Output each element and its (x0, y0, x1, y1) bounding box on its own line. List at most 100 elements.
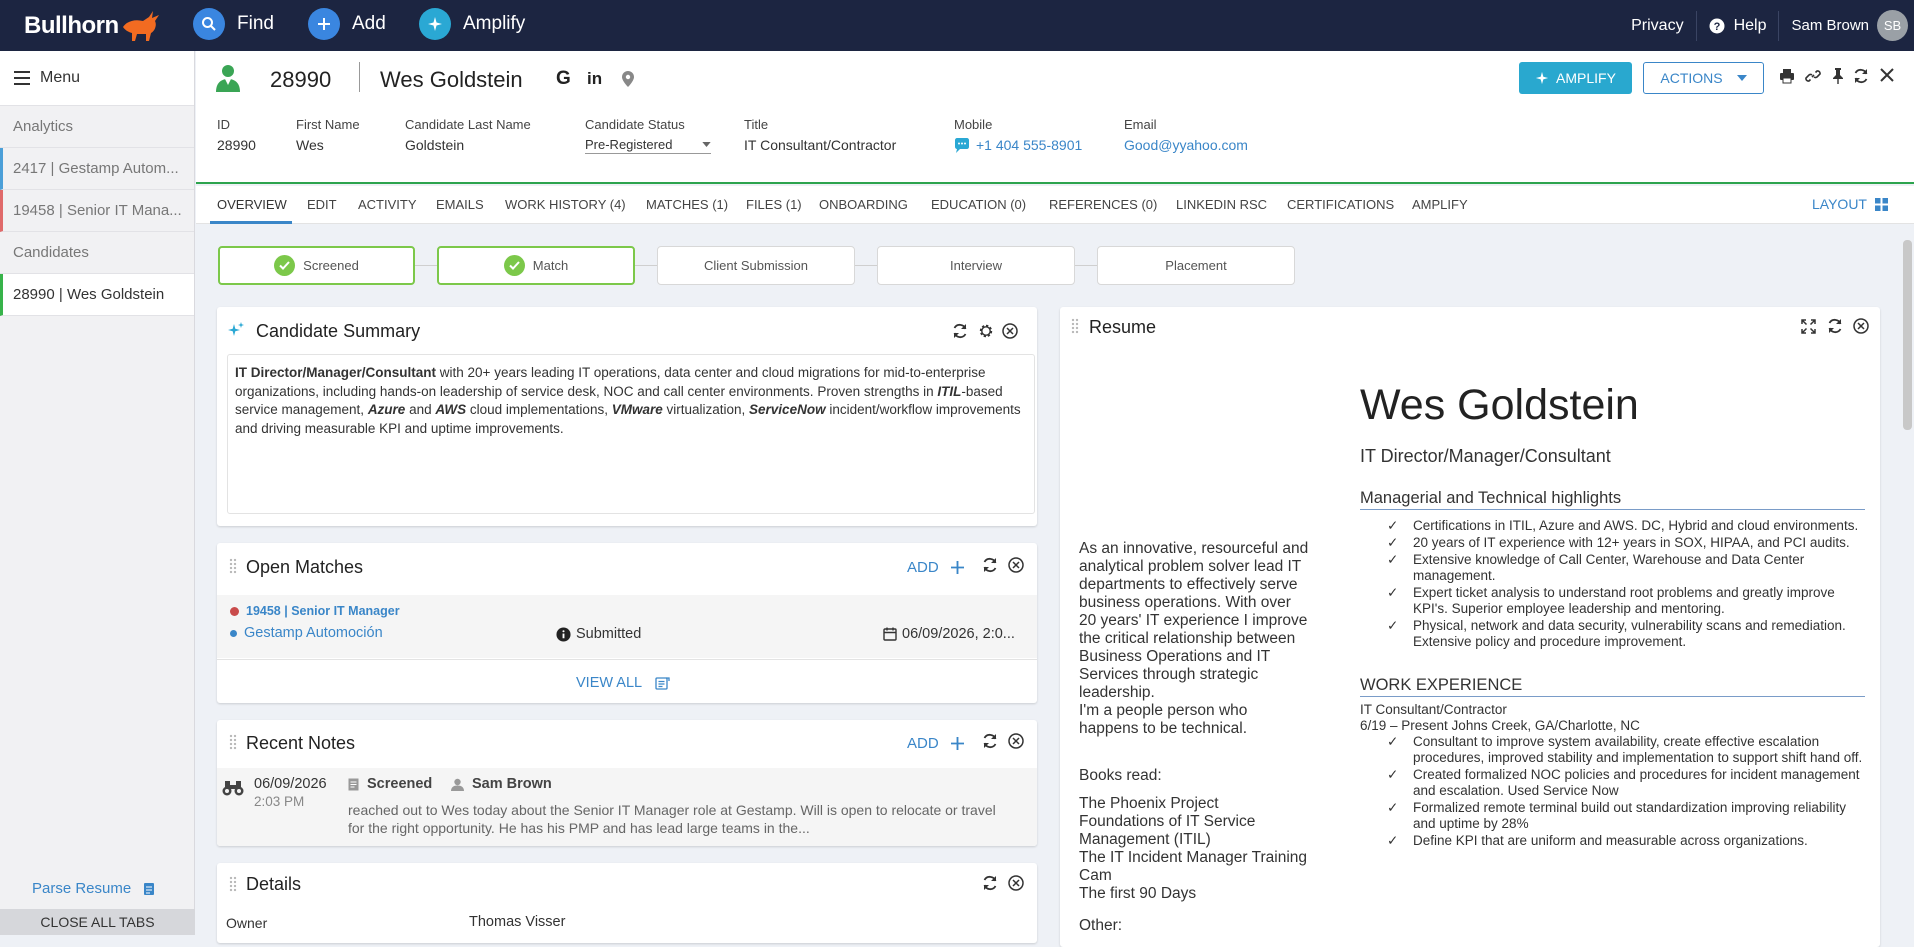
card-title: Details (246, 874, 302, 894)
match-row[interactable]: 19458 | Senior IT Manager Gestamp Automo… (217, 595, 1037, 658)
resume-highlight-text: Expert ticket analysis to understand roo… (1413, 585, 1835, 616)
resume-job-bullet: ✓ Created formalized NOC policies and pro… (1360, 767, 1865, 799)
email-link[interactable]: Good@yyahoo.com (1124, 137, 1248, 153)
link-icon[interactable] (1805, 68, 1821, 84)
pipeline-step-placement[interactable]: Placement (1097, 246, 1295, 285)
parse-resume-button[interactable]: Parse Resume (32, 880, 155, 897)
tab-work-history[interactable]: WORK HISTORY (4) (505, 197, 626, 212)
drag-handle[interactable] (1071, 318, 1079, 334)
drag-handle[interactable] (229, 734, 237, 750)
drag-handle[interactable] (229, 558, 237, 574)
tab-education[interactable]: EDUCATION (0) (931, 197, 1026, 212)
summary-text: IT Director/Manager/Consultant with 20+ … (227, 354, 1035, 514)
match-company-link[interactable]: Gestamp Automoción (230, 625, 383, 641)
note-row[interactable]: 06/09/2026 2:03 PM Screened Sam Brown re… (217, 768, 1037, 846)
note-action: Screened (348, 776, 432, 792)
bullhorn-logo[interactable]: Bullhorn (24, 9, 163, 43)
resume-profile-line: I'm a people person who (1079, 702, 1248, 719)
sidebar-item-gestamp[interactable]: 2417 | Gestamp Autom... (0, 148, 194, 190)
close-circle-icon[interactable] (1008, 557, 1024, 573)
tab-certifications[interactable]: CERTIFICATIONS (1287, 197, 1394, 212)
tab-files[interactable]: FILES (1) (746, 197, 802, 212)
pipeline-step-interview[interactable]: Interview (877, 246, 1075, 285)
tab-linkedin-rsc[interactable]: LINKEDIN RSC (1176, 197, 1267, 212)
help-label: Help (1733, 16, 1767, 34)
scrollbar[interactable] (1903, 240, 1912, 430)
summary-text-part: cloud implementations, (466, 402, 612, 417)
expand-icon[interactable] (1801, 319, 1816, 334)
mobile-link[interactable]: +1 404 555-8901 (954, 137, 1082, 153)
close-icon[interactable] (1880, 68, 1894, 82)
close-circle-icon[interactable] (1008, 733, 1024, 749)
print-icon[interactable] (1779, 68, 1795, 84)
pipeline-step-match[interactable]: Match (437, 246, 635, 285)
sidebar-item-wes-goldstein[interactable]: 28990 | Wes Goldstein (0, 274, 194, 316)
tab-amplify[interactable]: AMPLIFY (1412, 197, 1468, 212)
add-note-button[interactable]: ADD (907, 735, 964, 752)
resume-right-column: Wes Goldstein IT Director/Manager/Consul… (1360, 379, 1865, 850)
refresh-icon[interactable] (1827, 318, 1843, 334)
add-match-button[interactable]: ADD (907, 559, 964, 576)
location-pin-icon[interactable] (622, 71, 634, 87)
field-label: ID (217, 117, 230, 132)
tab-emails[interactable]: EMAILS (436, 197, 484, 212)
resume-job-bullet-text: Created formalized NOC policies and proc… (1413, 767, 1860, 798)
amplify-button[interactable]: AMPLIFY (1519, 62, 1632, 94)
amplify-label: Amplify (463, 13, 526, 34)
pipeline-step-client-submission[interactable]: Client Submission (657, 246, 855, 285)
field-value: Wes (296, 137, 324, 153)
close-circle-icon[interactable] (1853, 318, 1869, 334)
resume-book: Management (ITIL) (1079, 831, 1211, 848)
tab-overview[interactable]: OVERVIEW (217, 197, 287, 212)
sidebar-item-candidates[interactable]: Candidates (0, 232, 194, 274)
actions-dropdown[interactable]: ACTIONS (1643, 62, 1764, 94)
resume-job-dates: 6/19 – Present Johns Creek, GA/Charlotte… (1360, 718, 1640, 733)
resume-highlight-text: Extensive knowledge of Call Center, Ware… (1413, 552, 1805, 583)
refresh-icon[interactable] (982, 875, 998, 891)
close-circle-icon[interactable] (1008, 875, 1024, 891)
gear-icon[interactable] (978, 323, 994, 339)
view-all-matches-link[interactable]: VIEW ALL (576, 675, 670, 691)
layout-button[interactable]: LAYOUT (1812, 196, 1888, 212)
refresh-icon[interactable] (952, 323, 968, 339)
amplify-nav-button[interactable]: Amplify (419, 8, 525, 40)
refresh-icon[interactable] (982, 557, 998, 573)
resume-book: The IT Incident Manager Training (1079, 849, 1308, 866)
resume-job-bullet-text: Consultant to improve system availabilit… (1413, 734, 1863, 765)
close-all-tabs-button[interactable]: CLOSE ALL TABS (0, 909, 195, 935)
find-button[interactable]: Find (193, 8, 274, 40)
match-job-link[interactable]: 19458 | Senior IT Manager (230, 604, 400, 618)
tab-onboarding[interactable]: ONBOARDING (819, 197, 908, 212)
menu-toggle[interactable]: Menu (0, 51, 194, 106)
tab-matches[interactable]: MATCHES (1) (646, 197, 728, 212)
google-icon[interactable]: G (556, 68, 571, 90)
tab-edit[interactable]: EDIT (307, 197, 337, 212)
resume-section-heading: Managerial and Technical highlights (1360, 489, 1865, 510)
avatar[interactable]: SB (1877, 10, 1908, 41)
privacy-link[interactable]: Privacy (1631, 17, 1683, 35)
sidebar-item-senior-it-manager[interactable]: 19458 | Senior IT Mana... (0, 190, 194, 232)
resume-profile-line: 20 years' IT experience I improve (1079, 612, 1308, 629)
card-title: Candidate Summary (256, 321, 421, 341)
close-circle-icon[interactable] (1002, 323, 1018, 339)
resume-job-bullet-text: Define KPI that are uniform and measurab… (1413, 833, 1808, 848)
record-name: Wes Goldstein (380, 67, 523, 92)
sidebar-item-analytics[interactable]: Analytics (0, 106, 194, 148)
status-select[interactable]: Pre-Registered (585, 137, 711, 154)
refresh-icon[interactable] (1853, 68, 1869, 84)
tab-activity[interactable]: ACTIVITY (358, 197, 417, 212)
add-button[interactable]: Add (308, 8, 386, 40)
sparkle-icon (419, 8, 451, 40)
pipeline-step-screened[interactable]: Screened (218, 246, 415, 285)
linkedin-icon[interactable]: in (587, 69, 602, 89)
drag-handle[interactable] (229, 876, 237, 892)
checkmark-icon (274, 255, 296, 276)
tab-references[interactable]: REFERENCES (0) (1049, 197, 1157, 212)
help-button[interactable]: ? Help (1709, 16, 1767, 35)
pipeline-connector (635, 265, 658, 266)
refresh-icon[interactable] (982, 733, 998, 749)
pin-icon[interactable] (1832, 68, 1844, 84)
user-name[interactable]: Sam Brown (1791, 17, 1869, 34)
field-label: Email (1124, 117, 1157, 132)
resume-profile-line: leadership. (1079, 684, 1155, 701)
